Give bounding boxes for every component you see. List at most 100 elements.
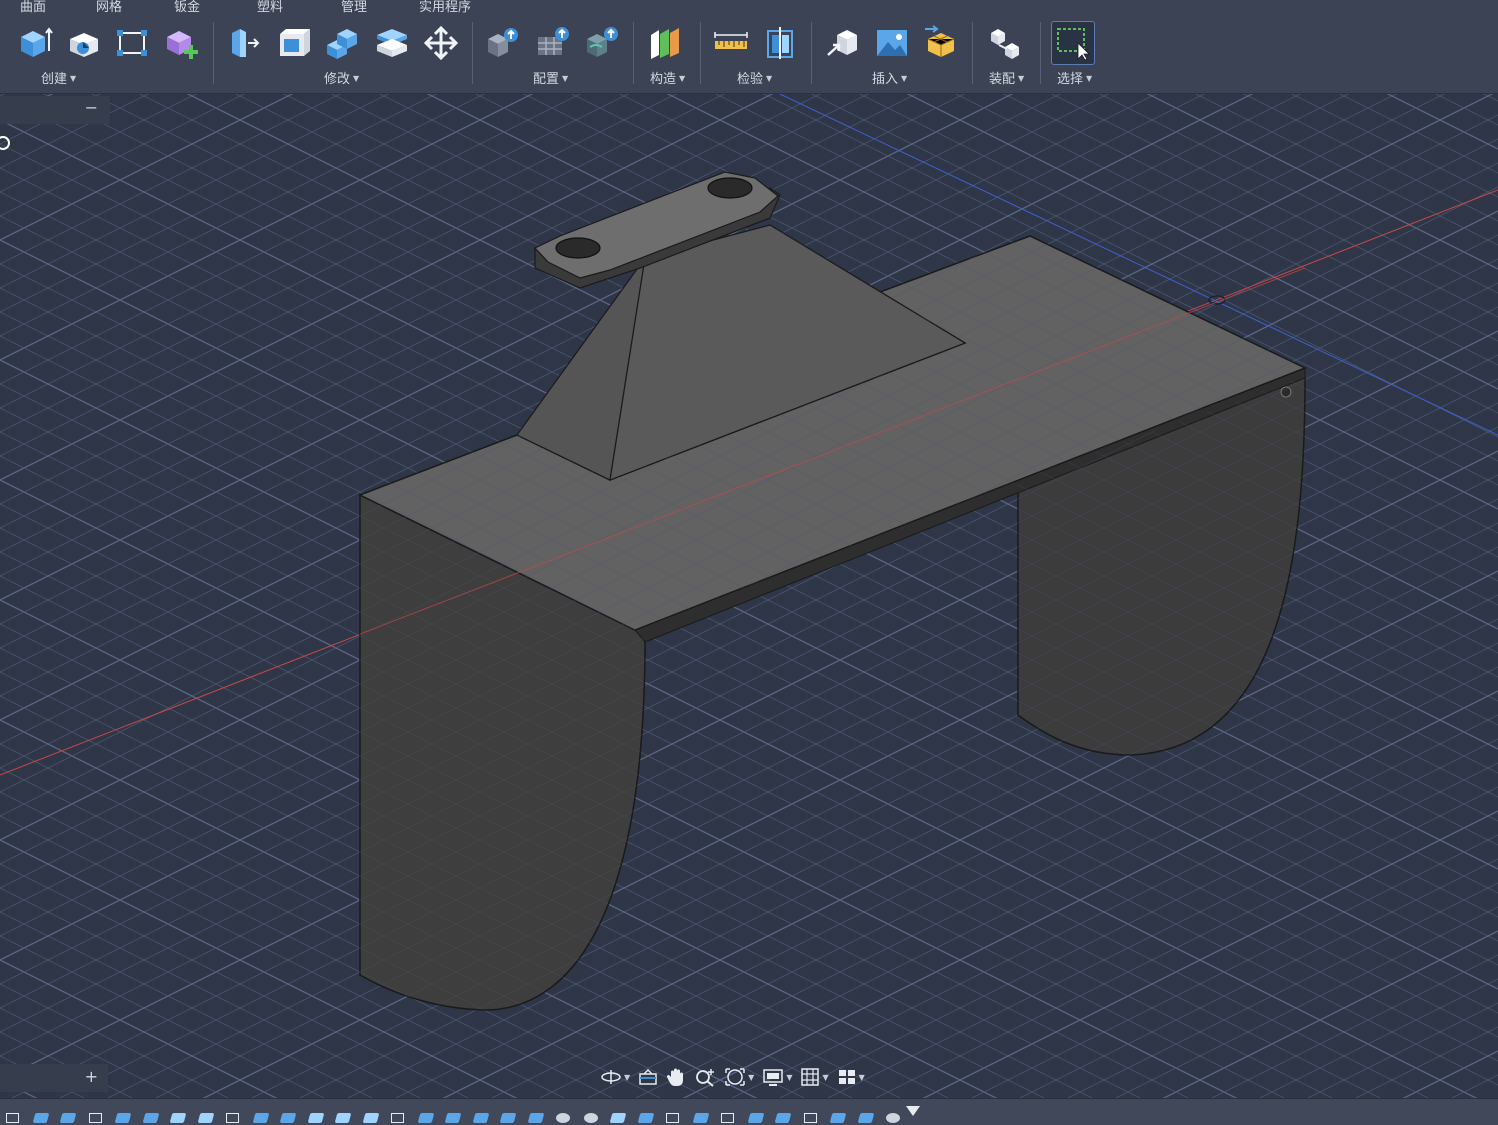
tab-mesh[interactable]: 网格 [96,0,122,15]
timeline-feature-icon[interactable] [226,1113,239,1123]
select-menu[interactable]: 选择 ▼ [1057,68,1092,87]
add-comment-icon[interactable]: + [85,1067,98,1086]
timeline-marker-icon[interactable] [906,1106,920,1116]
timeline-feature-icon[interactable] [609,1113,627,1123]
construct-menu[interactable]: 构造 ▼ [650,68,685,87]
table-upload-icon[interactable] [534,24,572,62]
timeline-feature-icon[interactable] [142,1113,159,1123]
window-select-icon[interactable] [1051,21,1095,65]
timeline-feature-icon[interactable] [417,1113,434,1123]
timeline-feature-icon[interactable] [6,1113,19,1123]
timeline-feature-icon[interactable] [59,1113,77,1123]
display-settings-icon[interactable]: ▼ [762,1067,792,1087]
insert-mesh-icon[interactable] [922,24,960,62]
timeline-feature-icon[interactable] [829,1113,847,1123]
insert-image-icon[interactable] [873,24,911,62]
assemble-label: 装配 [989,72,1016,87]
inspect-menu[interactable]: 检验 ▼ [737,68,772,87]
tab-sheet-metal[interactable]: 钣金 [174,0,200,15]
separator [700,22,701,84]
timeline-feature-icon[interactable] [803,1113,817,1123]
timeline-feature-icon[interactable] [444,1113,462,1123]
grid-settings-icon[interactable]: ▼ [800,1067,829,1087]
press-pull-icon[interactable] [225,24,263,62]
configure-upload-icon[interactable] [484,24,522,62]
browser-panel-header[interactable]: − [0,96,110,124]
timeline-feature-icon[interactable] [362,1113,379,1123]
separator [811,22,812,84]
separator [213,22,214,84]
timeline-feature-icon[interactable] [114,1113,132,1123]
timeline-feature-icon[interactable] [391,1113,404,1123]
timeline-feature-icon[interactable] [637,1113,654,1123]
sketch-rectangle-icon[interactable] [113,24,151,62]
timeline-feature-icon[interactable] [279,1113,297,1123]
timeline-feature-icon[interactable] [556,1113,570,1123]
fit-icon[interactable]: ▼ [724,1067,754,1087]
timeline-feature-icon[interactable] [774,1113,792,1123]
partial-tool-icon[interactable] [0,24,6,62]
navigation-bar: ▼ ▼ ▼ ▼ ▼ [600,1063,873,1091]
separator [972,22,973,84]
pan-icon[interactable] [666,1067,686,1087]
split-face-icon[interactable] [373,24,411,62]
comments-panel[interactable]: + [0,1064,108,1092]
timeline-feature-icon[interactable] [197,1113,214,1123]
tab-manage[interactable]: 管理 [341,0,367,15]
viewports-icon[interactable]: ▼ [837,1067,865,1087]
insert-derive-icon[interactable] [824,24,862,62]
timeline-feature-icon[interactable] [721,1113,734,1123]
modify-label: 修改 [324,72,351,87]
tab-plastic[interactable]: 塑料 [257,0,283,15]
timeline[interactable] [0,1098,1498,1125]
timeline-feature-icon[interactable] [252,1113,269,1123]
timeline-feature-icon[interactable] [334,1113,352,1123]
zoom-icon[interactable] [694,1067,716,1087]
separator [1040,22,1041,84]
shell-icon[interactable] [274,24,312,62]
measure-icon[interactable] [712,24,750,62]
mounting-hole-right [707,177,753,199]
timeline-feature-icon[interactable] [169,1113,187,1123]
assemble-menu[interactable]: 装配 ▼ [989,68,1024,87]
timeline-feature-icon[interactable] [583,1113,598,1123]
create-label: 创建 [41,72,68,87]
tab-utilities[interactable]: 实用程序 [419,0,471,15]
new-component-icon[interactable] [162,24,200,62]
timeline-feature-icon[interactable] [499,1113,517,1123]
separator [472,22,473,84]
modify-menu[interactable]: 修改 ▼ [324,68,359,87]
canvas-viewport[interactable] [0,94,1498,1098]
revolve-icon[interactable] [65,24,103,62]
timeline-feature-icon[interactable] [666,1113,679,1123]
mounting-hole-left [555,237,601,259]
create-menu[interactable]: 创建 ▼ [41,68,76,87]
timeline-feature-icon[interactable] [857,1113,874,1123]
timeline-feature-icon[interactable] [472,1113,489,1123]
collapse-icon[interactable]: − [85,98,98,117]
parameter-upload-icon[interactable] [583,24,621,62]
timeline-feature-icon[interactable] [527,1113,544,1123]
timeline-feature-icon[interactable] [32,1113,49,1123]
extrude-icon[interactable] [16,24,54,62]
construct-label: 构造 [650,72,677,87]
move-icon[interactable] [422,24,460,62]
insert-menu[interactable]: 插入 ▼ [872,68,907,87]
insert-label: 插入 [872,72,899,87]
joint-icon[interactable] [986,24,1024,62]
timeline-feature-icon[interactable] [307,1113,324,1123]
inspect-label: 检验 [737,72,764,87]
section-analysis-icon[interactable] [761,24,799,62]
timeline-feature-icon[interactable] [747,1113,764,1123]
look-at-icon[interactable] [638,1068,658,1086]
timeline-feature-icon[interactable] [88,1113,102,1123]
tab-surface[interactable]: 曲面 [20,0,46,15]
select-label: 选择 [1057,72,1084,87]
configure-menu[interactable]: 配置 ▼ [533,68,568,87]
timeline-feature-icon[interactable] [692,1113,709,1123]
orbit-icon[interactable]: ▼ [600,1068,630,1086]
timeline-feature-icon[interactable] [886,1113,900,1123]
toolbar: 曲面 网格 钣金 塑料 管理 实用程序 创建 ▼ 修改 ▼ 配置 ▼ 构造 ▼ … [0,0,1498,94]
offset-plane-icon[interactable] [646,24,684,62]
combine-icon[interactable] [323,24,361,62]
